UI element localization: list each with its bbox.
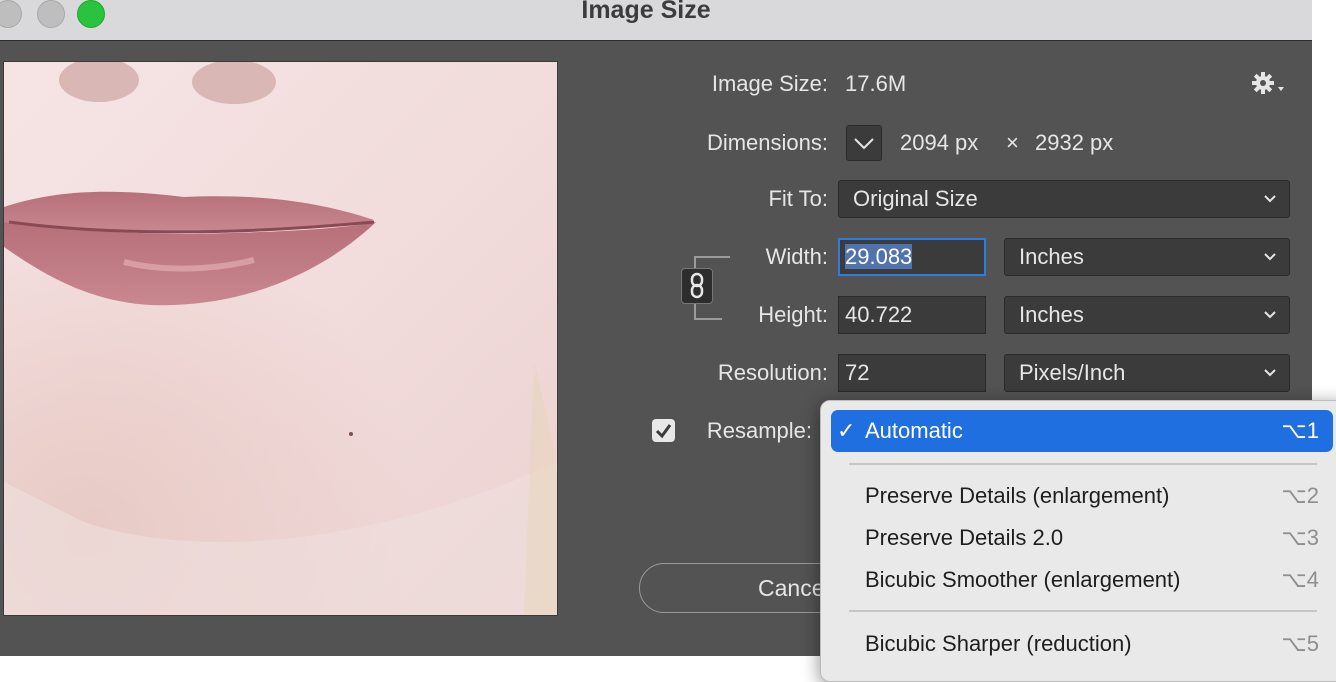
dimensions-height-value: 2932 px [1035, 130, 1114, 155]
resample-checkbox[interactable] [652, 419, 675, 442]
fit-to-select[interactable]: Original Size [838, 180, 1290, 218]
menu-item-automatic[interactable]: ✓ Automatic ⌥1 [831, 410, 1333, 452]
resample-method-menu: ✓ Automatic ⌥1 Preserve Details (enlarge… [820, 400, 1336, 682]
chevron-down-icon [1263, 355, 1277, 402]
dimensions-times: × [1006, 130, 1019, 155]
width-value: 29.083 [845, 244, 913, 269]
image-preview[interactable] [3, 61, 558, 616]
menu-item-bicubic-smoother[interactable]: Bicubic Smoother (enlargement) ⌥4 [831, 559, 1333, 601]
window-title: Image Size [581, 0, 711, 24]
width-input[interactable]: 29.083 [838, 238, 986, 276]
width-label: Width: [765, 244, 828, 269]
chevron-down-icon [854, 138, 874, 150]
width-unit-value: Inches [1019, 244, 1084, 269]
menu-item-preserve-details-2[interactable]: Preserve Details 2.0 ⌥3 [831, 517, 1333, 559]
menu-item-shortcut: ⌥3 [1281, 525, 1319, 550]
dimensions-label: Dimensions: [706, 130, 828, 155]
image-size-value: 17.6M [845, 71, 907, 96]
cancel-button-label: Cance [758, 575, 825, 601]
resample-label: Resample: [706, 418, 812, 443]
height-input[interactable]: 40.722 [838, 296, 986, 334]
resolution-input[interactable]: 72 [838, 354, 986, 392]
menu-item-label: Preserve Details 2.0 [865, 525, 1064, 550]
menu-item-shortcut: ⌥2 [1281, 483, 1319, 508]
width-unit-select[interactable]: Inches [1004, 238, 1290, 276]
resolution-value: 72 [845, 360, 870, 385]
height-label: Height: [758, 302, 828, 327]
menu-item-preserve-details[interactable]: Preserve Details (enlargement) ⌥2 [831, 475, 1333, 517]
gear-icon[interactable] [1250, 70, 1286, 100]
menu-item-label: Bicubic Smoother (enlargement) [865, 567, 1181, 592]
image-size-label: Image Size: [711, 71, 828, 96]
chevron-down-icon [1263, 181, 1277, 228]
height-unit-select[interactable]: Inches [1004, 296, 1290, 334]
resolution-unit-value: Pixels/Inch [1019, 360, 1126, 385]
title-bar: Image Size [0, 0, 1312, 41]
check-icon [655, 424, 672, 439]
menu-separator [849, 610, 1317, 612]
menu-item-bicubic-sharper[interactable]: Bicubic Sharper (reduction) ⌥5 [831, 623, 1333, 665]
resolution-label: Resolution: [717, 360, 828, 385]
menu-item-shortcut: ⌥5 [1281, 631, 1319, 656]
height-value: 40.722 [845, 302, 913, 327]
resolution-unit-select[interactable]: Pixels/Inch [1004, 354, 1290, 392]
menu-item-shortcut: ⌥4 [1281, 567, 1319, 592]
constrain-proportions-link-icon[interactable] [681, 268, 713, 304]
dimensions-unit-toggle[interactable] [846, 125, 882, 161]
menu-separator [849, 463, 1317, 465]
preview-image [4, 62, 557, 615]
chevron-down-icon [1263, 239, 1277, 286]
menu-item-label: Preserve Details (enlargement) [865, 483, 1170, 508]
menu-item-label: Automatic [865, 418, 963, 443]
menu-item-label: Bicubic Sharper (reduction) [865, 631, 1132, 656]
menu-item-shortcut: ⌥1 [1281, 418, 1319, 443]
fit-to-value: Original Size [853, 186, 978, 211]
dimensions-width-value: 2094 px [900, 130, 979, 155]
height-unit-value: Inches [1019, 302, 1084, 327]
fit-to-label: Fit To: [768, 186, 828, 211]
check-icon: ✓ [837, 418, 856, 443]
chevron-down-icon [1263, 297, 1277, 344]
